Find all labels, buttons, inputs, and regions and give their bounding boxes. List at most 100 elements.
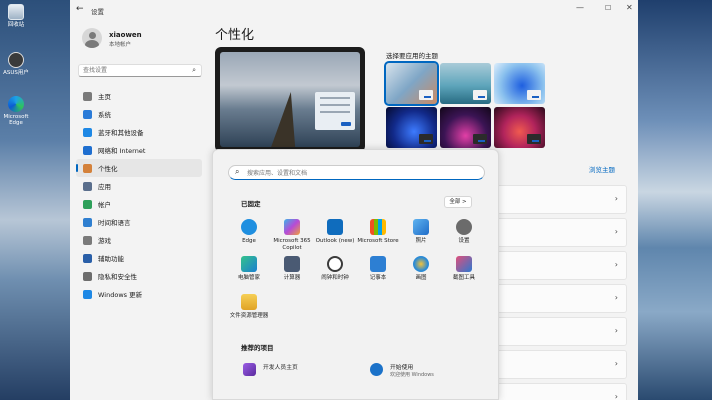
update-icon <box>83 289 92 299</box>
pinned-app-pc-manager[interactable]: 电脑管家 <box>227 256 271 282</box>
sidebar-item-label: Windows 更新 <box>98 291 143 299</box>
app-label: Edge <box>242 238 256 244</box>
sidebar-item-label: 帐户 <box>98 201 111 209</box>
title-bar: ← 设置 — ☐ ✕ <box>70 0 638 20</box>
pinned-app-calculator[interactable]: 计算器 <box>270 256 314 282</box>
sidebar-item-label: 个性化 <box>98 165 118 173</box>
sidebar-item-bluetooth[interactable]: 蓝牙和其他设备 <box>76 123 202 141</box>
settings-row[interactable]: › <box>496 317 627 346</box>
monitor-icon <box>83 109 92 119</box>
store-icon <box>370 219 386 235</box>
sidebar-item-privacy[interactable]: 隐私和安全性 <box>76 267 202 285</box>
sidebar-item-label: 辅助功能 <box>98 255 124 263</box>
apps-icon <box>83 181 92 191</box>
maximize-button[interactable]: ☐ <box>605 4 611 12</box>
back-button[interactable]: ← <box>76 4 84 14</box>
settings-row[interactable]: › <box>496 218 627 247</box>
desktop-icon-edge[interactable]: Microsoft Edge <box>2 96 30 127</box>
home-icon <box>83 91 92 101</box>
sidebar-item-apps[interactable]: 应用 <box>76 177 202 195</box>
desktop-icon-label: 回收站 <box>7 22 25 28</box>
theme-tile[interactable] <box>440 63 491 104</box>
settings-row[interactable]: › <box>496 383 627 400</box>
copilot-icon <box>284 219 300 235</box>
window-title: 设置 <box>91 8 104 16</box>
sidebar-item-windows-update[interactable]: Windows 更新 <box>76 285 202 303</box>
pinned-app-store[interactable]: Microsoft Store <box>356 219 400 245</box>
pinned-app-file-explorer[interactable]: 文件资源管理器 <box>227 294 271 320</box>
close-button[interactable]: ✕ <box>626 3 633 12</box>
sidebar-item-accounts[interactable]: 帐户 <box>76 195 202 213</box>
chevron-right-icon: › <box>614 326 618 335</box>
pinned-app-copilot[interactable]: Microsoft 365 Copilot <box>270 219 314 252</box>
sidebar-item-label: 应用 <box>98 183 111 191</box>
sidebar-item-label: 系统 <box>98 111 111 119</box>
paint-icon <box>413 256 429 272</box>
sidebar-nav: 主页 系统 蓝牙和其他设备 网络和 Internet 个性化 应用 帐户 时间和… <box>76 87 202 303</box>
app-label: 电脑管家 <box>237 275 260 281</box>
settings-search[interactable]: ⌕ <box>78 64 202 77</box>
desktop-icon-recycle-bin[interactable]: 回收站 <box>2 4 30 28</box>
page-title: 个性化 <box>215 28 255 43</box>
globe-clock-icon <box>83 217 92 227</box>
dev-home-icon <box>243 363 256 376</box>
settings-row[interactable]: › <box>496 251 627 280</box>
sidebar-item-time-language[interactable]: 时间和语言 <box>76 213 202 231</box>
pier-image <box>271 92 303 147</box>
theme-tile[interactable] <box>384 61 439 106</box>
settings-row[interactable]: › <box>496 350 627 379</box>
chevron-right-icon: › <box>614 293 618 302</box>
sidebar-item-gaming[interactable]: 游戏 <box>76 231 202 249</box>
sidebar-item-label: 网络和 Internet <box>98 147 146 155</box>
sidebar-item-home[interactable]: 主页 <box>76 87 202 105</box>
recommended-item-get-started[interactable]: 开始使用 欢迎使用 Windows <box>370 361 490 381</box>
preview-window <box>315 92 355 130</box>
sidebar-item-label: 游戏 <box>98 237 111 245</box>
chevron-right-icon: › <box>614 260 618 269</box>
pinned-app-notepad[interactable]: 记事本 <box>356 256 400 282</box>
sidebar-item-system[interactable]: 系统 <box>76 105 202 123</box>
desktop-icon-user[interactable]: ASUS用户 <box>2 52 30 76</box>
chevron-right-icon: › <box>614 392 618 400</box>
all-apps-button[interactable]: 全部 > <box>444 196 472 208</box>
outlook-icon <box>327 219 343 235</box>
pinned-app-edge[interactable]: Edge <box>227 219 271 245</box>
settings-row[interactable]: › <box>496 185 627 214</box>
app-label: 照片 <box>415 238 427 244</box>
user-icon <box>8 52 24 68</box>
sidebar-item-accessibility[interactable]: 辅助功能 <box>76 249 202 267</box>
pinned-app-settings[interactable]: 设置 <box>442 219 486 245</box>
theme-tile[interactable] <box>440 107 491 148</box>
pinned-app-paint[interactable]: 画图 <box>399 256 443 282</box>
desktop-icon-label: ASUS用户 <box>3 70 29 76</box>
search-input[interactable] <box>79 65 179 76</box>
theme-tile[interactable] <box>386 107 437 148</box>
profile-name: xiaowen <box>109 31 142 39</box>
pinned-app-photos[interactable]: 照片 <box>399 219 443 245</box>
app-label: Microsoft 365 Copilot <box>273 238 311 251</box>
folder-icon <box>241 294 257 310</box>
minimize-button[interactable]: — <box>576 3 584 12</box>
sidebar-item-network[interactable]: 网络和 Internet <box>76 141 202 159</box>
wifi-icon <box>83 145 92 155</box>
pinned-app-clock[interactable]: 闹钟和时钟 <box>313 256 357 282</box>
sidebar-item-label: 主页 <box>98 93 111 101</box>
theme-tile[interactable] <box>494 63 545 104</box>
app-label: 计算器 <box>283 275 301 281</box>
start-search-input[interactable] <box>247 168 477 178</box>
search-icon: ⌕ <box>192 66 196 74</box>
browse-themes-link[interactable]: 浏览主题 <box>589 164 615 174</box>
pinned-app-snipping-tool[interactable]: 截图工具 <box>442 256 486 282</box>
pc-manager-icon <box>241 256 257 272</box>
pinned-app-outlook[interactable]: Outlook (new) <box>313 219 357 245</box>
start-search-box[interactable]: ⌕ <box>228 165 485 180</box>
theme-tile[interactable] <box>494 107 545 148</box>
sidebar-item-personalization[interactable]: 个性化 <box>76 159 202 177</box>
chevron-right-icon: › <box>614 194 618 203</box>
recommended-item-dev-home[interactable]: 开发人员主页 <box>243 361 363 381</box>
settings-row[interactable]: › <box>496 284 627 313</box>
edge-icon <box>8 96 24 112</box>
avatar <box>82 28 102 48</box>
app-label: 闹钟和时钟 <box>321 275 349 281</box>
edge-icon <box>241 219 257 235</box>
